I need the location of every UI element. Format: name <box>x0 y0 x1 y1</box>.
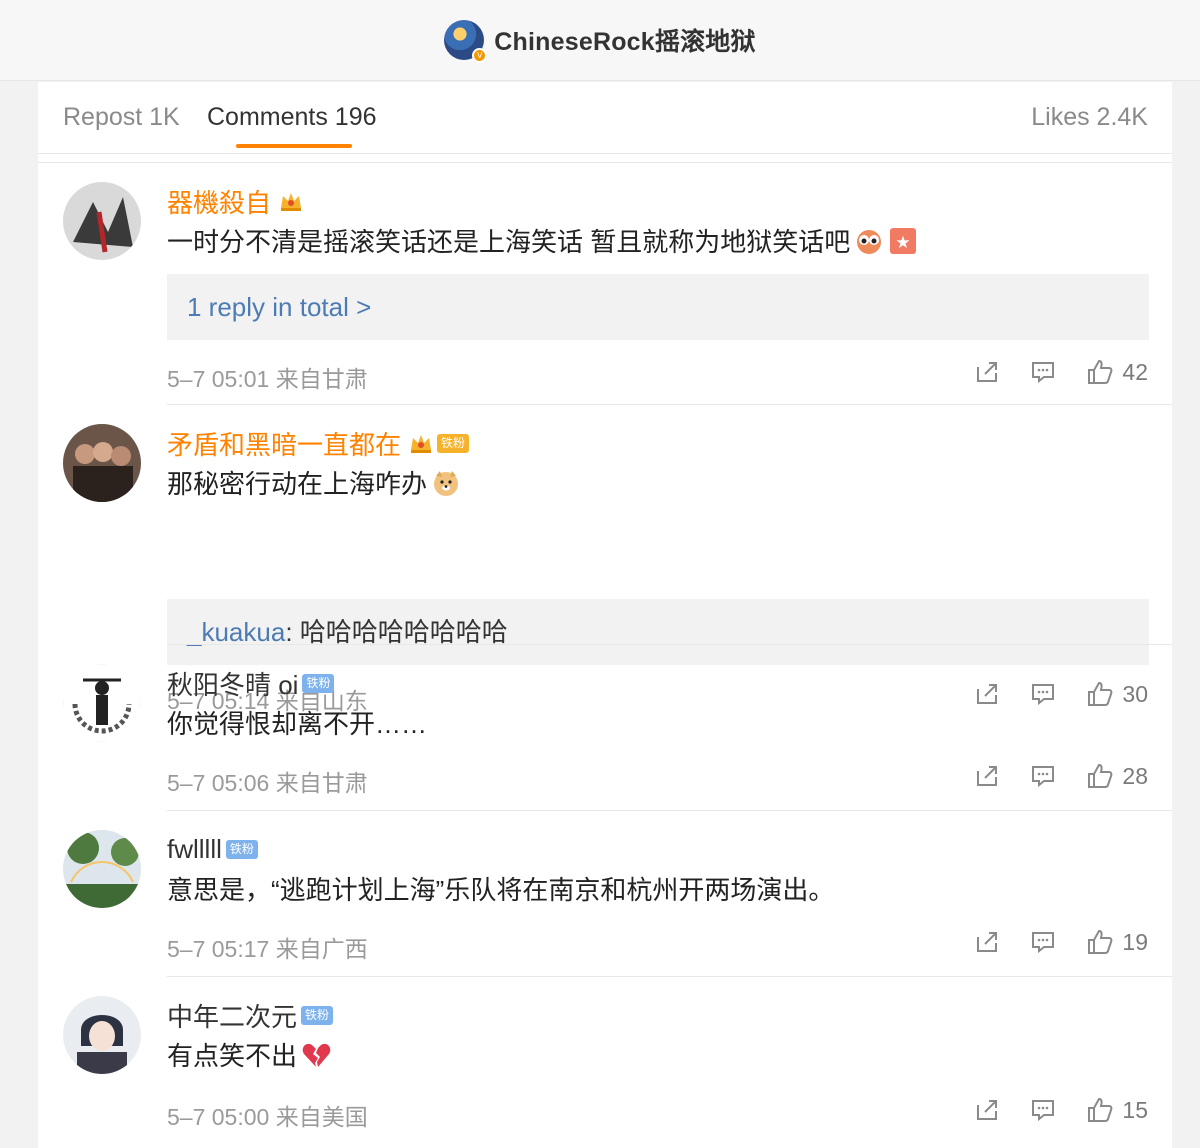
top-bar: V ChineseRock摇滚地狱 <box>0 0 1200 81</box>
comment-author[interactable]: 矛盾和黑暗一直都在 <box>167 425 401 462</box>
comment-item: 中年二次元 铁粉 有点笑不出 5–7 05:00 来自美国 15 <box>38 996 1172 1146</box>
comment-author[interactable]: 器機殺自 <box>167 183 271 220</box>
divider <box>167 404 1172 405</box>
divider <box>38 162 1172 163</box>
broken-heart-emoji-icon <box>301 1040 331 1070</box>
comment-meta: 5–7 05:00 来自美国 <box>167 1104 368 1130</box>
comment-text: 那秘密行动在上海咋办 <box>167 469 428 499</box>
like-count: 15 <box>1122 1096 1148 1123</box>
comment-icon[interactable] <box>1030 359 1056 385</box>
like-button[interactable]: 42 <box>1086 358 1148 386</box>
tab-likes[interactable]: Likes 2.4K <box>1031 103 1148 132</box>
reply-preview[interactable]: _kuakua: 哈哈哈哈哈哈哈哈 <box>167 599 1149 665</box>
comment-item: 秋阳冬晴 oi 铁粉 你觉得恨却离不开…… 5–7 05:06 来自甘肃 28 <box>38 664 1172 810</box>
avatar[interactable] <box>63 830 141 908</box>
zan-emoji-icon: ★ <box>888 226 918 256</box>
comment-item: 矛盾和黑暗一直都在 铁粉 那秘密行动在上海咋办 _kuakua: 哈哈哈哈哈哈哈… <box>38 424 1172 714</box>
comment-icon[interactable] <box>1030 1097 1056 1123</box>
avatar[interactable] <box>63 182 141 260</box>
reply-count-link[interactable]: 1 reply in total > <box>187 292 371 322</box>
comment-item: fwlllll 铁粉 意思是，“逃跑计划上海”乐队将在南京和杭州开两场演出。 5… <box>38 830 1172 976</box>
share-icon[interactable] <box>974 763 1000 789</box>
share-icon[interactable] <box>974 1097 1000 1123</box>
comment-icon[interactable] <box>1030 929 1056 955</box>
comments-card: Repost 1K Comments 196 Likes 2.4K 器機殺自 一… <box>38 82 1172 1148</box>
doge-emoji-icon <box>431 468 461 498</box>
divider <box>167 644 1172 645</box>
divider <box>167 976 1172 977</box>
like-count: 28 <box>1122 762 1148 789</box>
avatar[interactable] <box>63 424 141 502</box>
divider <box>167 810 1172 811</box>
like-count: 42 <box>1122 358 1148 385</box>
thumbs-up-icon <box>1088 359 1113 384</box>
crown-icon <box>279 190 303 212</box>
comment-author[interactable]: 中年二次元 <box>167 997 297 1034</box>
like-button[interactable]: 15 <box>1086 1096 1148 1124</box>
share-icon[interactable] <box>974 359 1000 385</box>
like-button[interactable]: 19 <box>1086 928 1148 956</box>
like-count: 19 <box>1122 928 1148 955</box>
fan-badge: 铁粉 <box>225 839 258 859</box>
account-avatar[interactable]: V <box>444 20 488 63</box>
reply-text: : 哈哈哈哈哈哈哈哈 <box>285 617 508 647</box>
tab-bar: Repost 1K Comments 196 Likes 2.4K <box>38 82 1172 154</box>
account-title[interactable]: ChineseRock摇滚地狱 <box>494 22 755 58</box>
thumbs-up-icon <box>1088 929 1113 954</box>
avatar[interactable] <box>63 664 141 742</box>
comment-meta: 5–7 05:06 来自甘肃 <box>167 770 368 796</box>
thumbs-up-icon <box>1088 1097 1113 1122</box>
svg-text:★: ★ <box>896 233 911 253</box>
active-tab-indicator <box>236 144 352 148</box>
comment-text: 有点笑不出 <box>167 1041 298 1071</box>
eyes-emoji-icon <box>854 226 884 256</box>
thumbs-up-icon <box>1088 763 1113 788</box>
comment-text: 意思是，“逃跑计划上海”乐队将在南京和杭州开两场演出。 <box>167 875 835 905</box>
comment-author[interactable]: fwlllll <box>167 834 222 865</box>
fan-badge: 铁粉 <box>301 1005 334 1025</box>
comment-text: 你觉得恨却离不开…… <box>167 709 428 739</box>
fan-badge: 铁粉 <box>302 673 335 693</box>
tab-repost[interactable]: Repost 1K <box>63 103 180 132</box>
like-button[interactable]: 28 <box>1086 762 1148 790</box>
tab-comments[interactable]: Comments 196 <box>207 103 377 132</box>
verified-icon: V <box>472 48 488 63</box>
reply-user[interactable]: _kuakua <box>187 617 285 647</box>
reply-summary[interactable]: 1 reply in total > <box>167 274 1149 340</box>
comment-icon[interactable] <box>1030 763 1056 789</box>
share-icon[interactable] <box>974 929 1000 955</box>
comment-text: 一时分不清是摇滚笑话还是上海笑话 暂且就称为地狱笑话吧 <box>167 227 851 257</box>
avatar[interactable] <box>63 996 141 1074</box>
comment-meta: 5–7 05:01 来自甘肃 <box>167 366 368 392</box>
comment-item: 器機殺自 一时分不清是摇滚笑话还是上海笑话 暂且就称为地狱笑话吧 ★ 1 rep… <box>38 182 1172 404</box>
comment-meta: 5–7 05:17 来自广西 <box>167 936 368 962</box>
fan-badge: 铁粉 <box>437 433 470 453</box>
comment-author[interactable]: 秋阳冬晴 oi <box>167 665 298 702</box>
crown-icon <box>409 432 433 454</box>
